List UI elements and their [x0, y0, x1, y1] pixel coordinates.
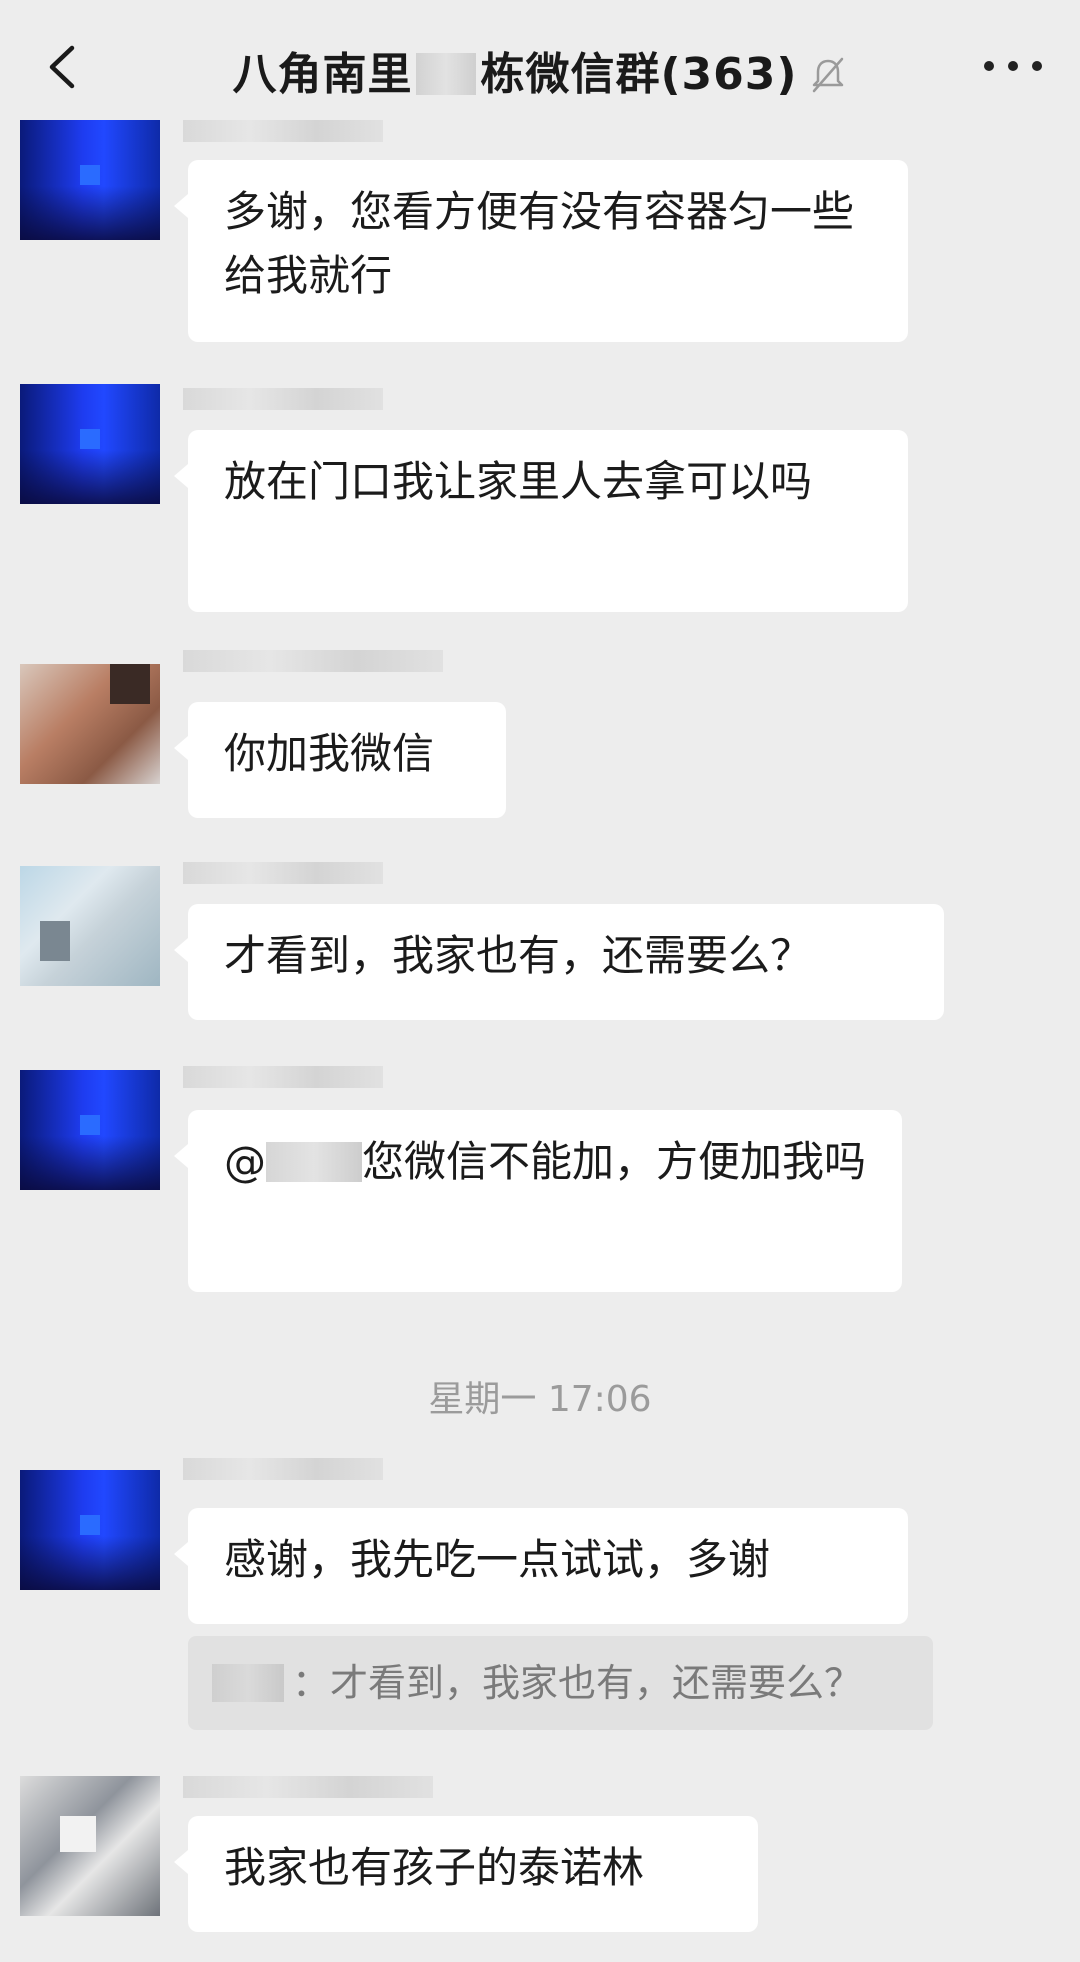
back-arrow-icon[interactable]: [40, 42, 90, 92]
message-bubble[interactable]: @ 您微信不能加，方便加我吗: [174, 1110, 902, 1292]
message-bubble[interactable]: 我家也有孩子的泰诺林: [174, 1816, 758, 1932]
message-text: 你加我微信: [224, 729, 435, 778]
message-text: 放在门口我让家里人去拿可以吗: [224, 457, 813, 506]
chat-header: 八角南里 栋微信群(363): [0, 0, 1080, 128]
avatar[interactable]: [20, 120, 160, 240]
message-bubble[interactable]: 你加我微信: [174, 702, 506, 818]
message-text: 感谢，我先吃一点试试，多谢: [224, 1535, 771, 1584]
sender-name-redacted: [183, 120, 383, 142]
redacted-quote-sender: [212, 1664, 284, 1702]
more-options-icon[interactable]: [984, 58, 1044, 74]
avatar[interactable]: [20, 866, 160, 986]
chat-title-suffix: 栋微信群(363): [480, 49, 798, 100]
mention-symbol: @: [224, 1137, 266, 1186]
message-text: 您微信不能加，方便加我吗: [362, 1137, 867, 1186]
avatar[interactable]: [20, 384, 160, 504]
avatar[interactable]: [20, 1470, 160, 1590]
sender-name-redacted: [183, 1776, 433, 1798]
timestamp: 星期一 17:06: [428, 1379, 652, 1420]
sender-name-redacted: [183, 862, 383, 884]
quoted-message[interactable]: ：才看到，我家也有，还需要么？: [188, 1636, 933, 1730]
sender-name-redacted: [183, 388, 383, 410]
message-text: 多谢，您看方便有没有容器匀一些给我就行: [224, 187, 855, 300]
redacted-block: [416, 53, 477, 95]
avatar[interactable]: [20, 1776, 160, 1916]
quote-separator: ：: [292, 1661, 331, 1705]
message-bubble[interactable]: 感谢，我先吃一点试试，多谢: [174, 1508, 908, 1624]
quote-text: 才看到，我家也有，还需要么？: [330, 1661, 863, 1705]
avatar[interactable]: [20, 1070, 160, 1190]
redacted-mention: [266, 1142, 362, 1182]
message-text: 我家也有孩子的泰诺林: [224, 1843, 645, 1892]
chat-title-prefix: 八角南里: [232, 49, 413, 100]
message-text: 才看到，我家也有，还需要么？: [224, 931, 813, 980]
sender-name-redacted: [183, 1458, 383, 1480]
avatar[interactable]: [20, 664, 160, 784]
message-bubble[interactable]: 放在门口我让家里人去拿可以吗: [174, 430, 908, 612]
message-bubble[interactable]: 才看到，我家也有，还需要么？: [174, 904, 944, 1020]
sender-name-redacted: [183, 1066, 383, 1088]
message-bubble[interactable]: 多谢，您看方便有没有容器匀一些给我就行: [174, 160, 908, 342]
mute-bell-icon: [812, 57, 843, 93]
sender-name-redacted: [183, 650, 443, 672]
chat-title: 八角南里 栋微信群(363): [120, 38, 960, 102]
